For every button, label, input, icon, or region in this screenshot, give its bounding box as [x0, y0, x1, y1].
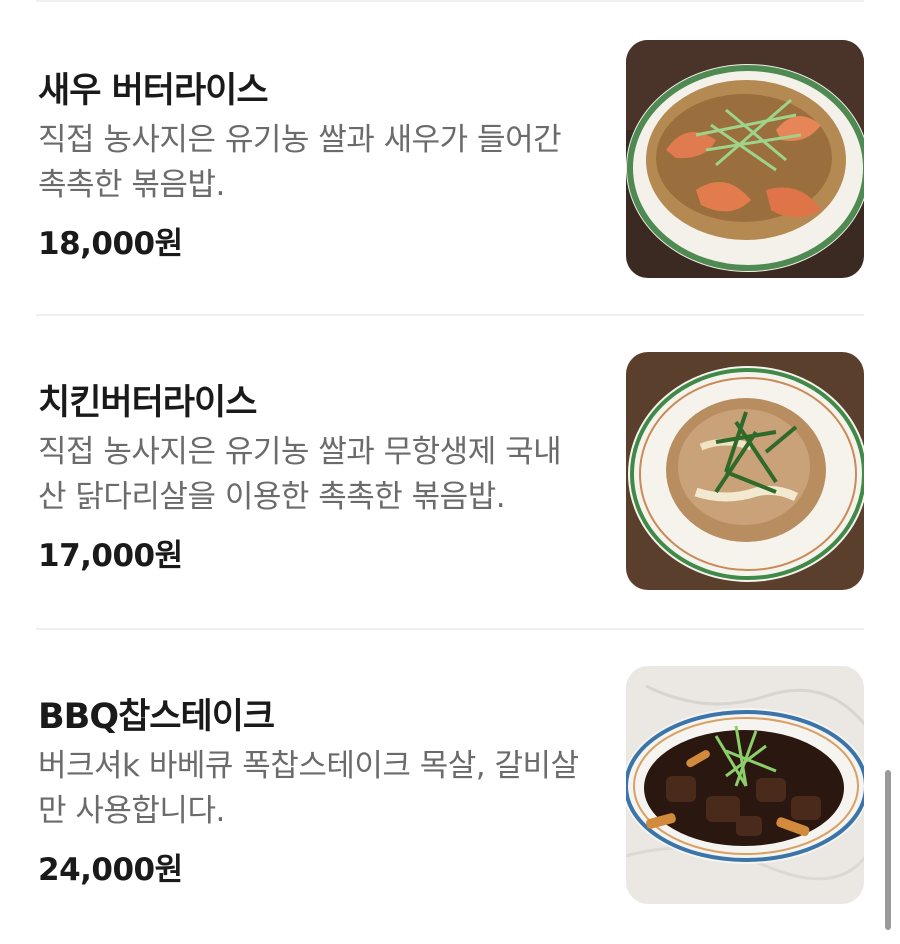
bbq-chop-steak-photo-icon	[626, 666, 864, 904]
menu-item-name: BBQ찹스테이크	[38, 697, 275, 737]
shrimp-butter-rice-photo-icon	[626, 40, 864, 278]
menu-item-description: 직접 농사지은 유기농 쌀과 새우가 들어간 촉촉한 볶음밥.	[38, 122, 562, 203]
menu-item-description: 버크셔k 바베큐 폭찹스테이크 목살, 갈비살만 사용합니다.	[38, 748, 579, 829]
menu-item-description: 직접 농사지은 유기농 쌀과 무항생제 국내산 닭다리살을 이용한 촉촉한 볶음…	[38, 434, 562, 515]
scrollbar[interactable]	[885, 770, 891, 930]
menu-item-shrimp-butter-rice[interactable]: 새우 버터라이스 직접 농사지은 유기농 쌀과 새우가 들어간 촉촉한 볶음밥.…	[0, 2, 900, 316]
menu-item-price: 18,000원	[38, 226, 183, 262]
chicken-butter-rice-photo-icon	[626, 352, 864, 590]
menu-item-photo[interactable]	[626, 352, 864, 590]
menu-item-chicken-butter-rice[interactable]: 치킨버터라이스 직접 농사지은 유기농 쌀과 무항생제 국내산 닭다리살을 이용…	[0, 316, 900, 630]
menu-item-photo[interactable]	[626, 40, 864, 278]
menu-item-name: 치킨버터라이스	[38, 383, 257, 423]
menu-item-photo[interactable]	[626, 666, 864, 904]
menu-item-price: 24,000원	[38, 852, 183, 888]
menu-item-name: 새우 버터라이스	[38, 71, 269, 111]
menu-item-price: 17,000원	[38, 538, 183, 574]
menu-item-bbq-chop-steak[interactable]: BBQ찹스테이크 버크셔k 바베큐 폭찹스테이크 목살, 갈비살만 사용합니다.…	[0, 630, 900, 944]
